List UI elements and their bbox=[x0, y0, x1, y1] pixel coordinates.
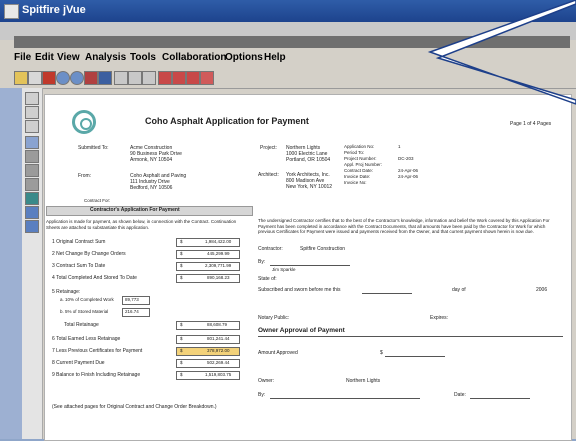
app-window: Spitfire jVue File Edit View Analysis To… bbox=[0, 0, 576, 441]
callout-arrow bbox=[427, 0, 576, 105]
